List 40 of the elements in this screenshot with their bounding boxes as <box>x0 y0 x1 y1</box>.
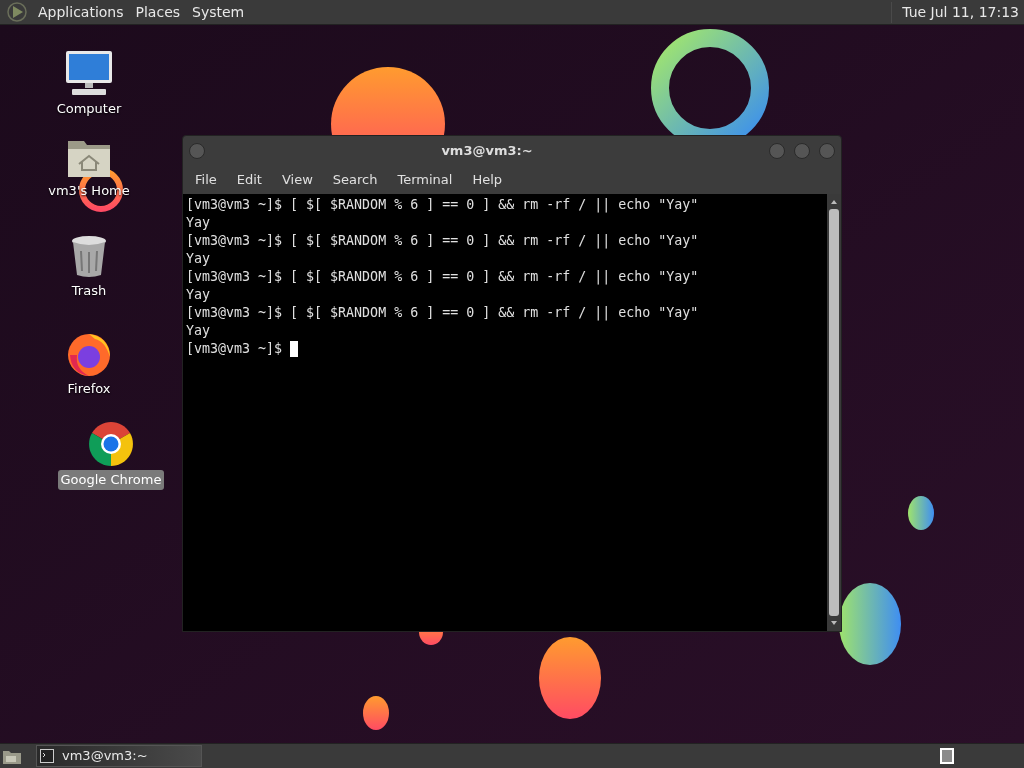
scroll-down-icon[interactable] <box>830 619 838 627</box>
panel-menu[interactable]: System <box>186 1 251 23</box>
desktop-icon-label[interactable]: Computer <box>53 99 125 119</box>
minimize-button[interactable] <box>769 143 785 159</box>
terminal-line: Yay <box>186 286 212 304</box>
terminal-line: Yay <box>186 250 212 268</box>
taskbar-button[interactable]: vm3@vm3:~ <box>36 745 202 767</box>
menu-item[interactable]: View <box>271 170 323 190</box>
trash-icon <box>69 235 109 279</box>
desktop-icon-label[interactable]: Google Chrome <box>57 470 165 490</box>
panel-menu[interactable]: Applications <box>32 1 130 23</box>
window-title: vm3@vm3:~ <box>440 142 534 161</box>
terminal-icon <box>40 749 54 763</box>
terminal-prompt: [vm3@vm3 ~]$ <box>186 340 284 358</box>
panel-menu[interactable]: Places <box>129 1 187 23</box>
scroll-up-icon[interactable] <box>830 198 838 206</box>
scroll-thumb[interactable] <box>829 209 839 616</box>
maximize-button[interactable] <box>794 143 810 159</box>
terminal-line: Yay <box>186 322 212 340</box>
menu-item[interactable]: Search <box>322 170 388 190</box>
text-cursor <box>290 341 299 357</box>
menu-item[interactable]: File <box>185 170 227 190</box>
scrollbar[interactable] <box>827 194 841 631</box>
chrome-icon <box>87 420 135 468</box>
menu-item[interactable]: Help <box>462 170 513 190</box>
window-menu-button[interactable] <box>189 143 205 159</box>
terminal-line: Yay <box>186 214 212 232</box>
terminal-line: [vm3@vm3 ~]$ [ $[ $RANDOM % 6 ] == 0 ] && rm -rf / || echo "Yay" <box>186 304 700 322</box>
computer-icon <box>64 49 114 97</box>
desktop-icon-label[interactable]: Firefox <box>64 379 114 399</box>
terminal-line: [vm3@vm3 ~]$ [ $[ $RANDOM % 6 ] == 0 ] && rm -rf / || echo "Yay" <box>186 232 700 250</box>
close-button[interactable] <box>819 143 835 159</box>
menu-item[interactable]: Terminal <box>387 170 463 190</box>
menu-logo-icon[interactable] <box>6 1 28 23</box>
menu-item[interactable]: Edit <box>226 170 272 190</box>
terminal-line: [vm3@vm3 ~]$ [ $[ $RANDOM % 6 ] == 0 ] && rm -rf / || echo "Yay" <box>186 268 700 286</box>
desktop-icon-label[interactable]: Trash <box>68 281 110 301</box>
terminal-line: [vm3@vm3 ~]$ [ $[ $RANDOM % 6 ] == 0 ] && rm -rf / || echo "Yay" <box>186 196 700 214</box>
workspace-switcher[interactable] <box>940 748 954 764</box>
clock[interactable]: Tue Jul 11, 17:13 <box>891 1 1019 23</box>
